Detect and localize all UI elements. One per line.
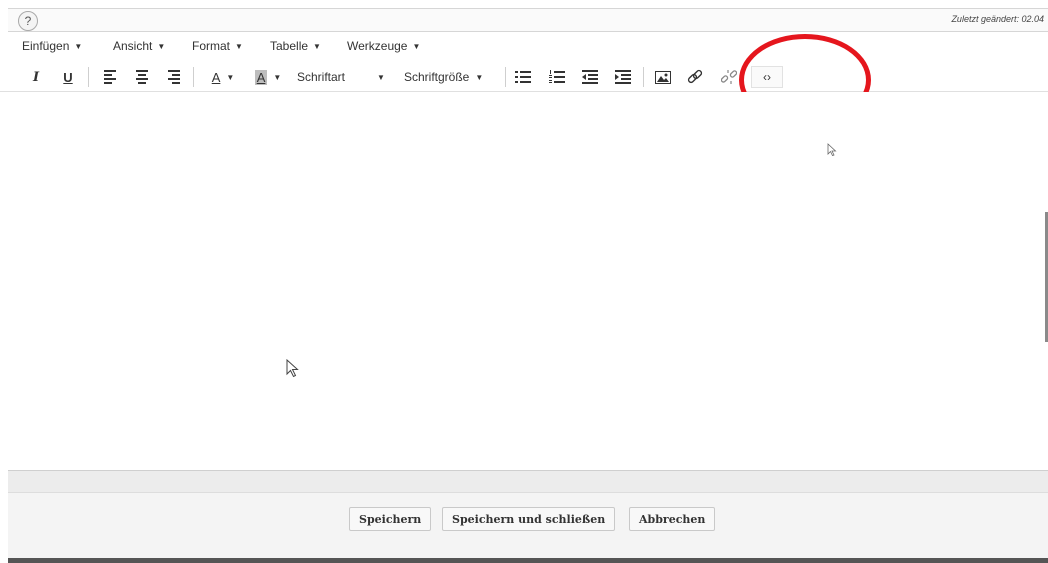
indent-button[interactable] <box>613 67 633 87</box>
dialog-footer: Speichern Speichern und schließen Abbrec… <box>8 492 1048 559</box>
underline-button[interactable]: U <box>58 67 78 87</box>
caret-down-icon: ▼ <box>235 42 243 51</box>
mouse-pointer-icon <box>286 359 299 378</box>
background-color-button[interactable]: A ▼ <box>249 67 287 87</box>
outdent-button[interactable] <box>580 67 600 87</box>
cancel-button[interactable]: Abbrechen <box>629 507 716 531</box>
indent-icon <box>615 70 631 84</box>
bold-button-partial[interactable] <box>8 67 12 87</box>
image-icon <box>655 70 671 84</box>
save-button[interactable]: Speichern <box>349 507 432 531</box>
formatting-toolbar: I U A ▼ A ▼ Schriftart ▼ Schriftgröße ▼ <box>0 63 1048 92</box>
caret-down-icon: ▼ <box>273 72 282 82</box>
menu-insert-label: Einfügen <box>22 39 70 53</box>
insert-link-button[interactable] <box>685 67 705 87</box>
toolbar-separator <box>505 67 506 87</box>
italic-button[interactable]: I <box>26 67 46 87</box>
font-size-select[interactable]: Schriftgröße ▼ <box>404 67 496 87</box>
align-left-button[interactable] <box>102 67 118 87</box>
caret-down-icon: ▼ <box>157 42 166 51</box>
outdent-icon <box>582 70 598 84</box>
caret-down-icon: ▼ <box>313 42 321 51</box>
menu-format-label: Format <box>192 39 231 53</box>
link-icon <box>687 69 703 84</box>
menu-table[interactable]: Tabelle ▼ <box>270 39 321 53</box>
insert-image-button[interactable] <box>653 67 673 87</box>
align-right-button[interactable] <box>166 67 182 87</box>
menu-insert[interactable]: Einfügen ▼ <box>22 39 82 53</box>
text-color-button[interactable]: A ▼ <box>205 67 241 87</box>
mouse-pointer-icon <box>827 143 837 156</box>
caret-down-icon: ▼ <box>226 72 235 82</box>
bullet-list-icon <box>515 71 531 83</box>
window-bottom-border <box>8 558 1048 563</box>
menu-view[interactable]: Ansicht ▼ <box>113 39 165 53</box>
unlink-icon <box>721 70 737 84</box>
menu-view-label: Ansicht <box>113 39 153 53</box>
save-and-close-button[interactable]: Speichern und schließen <box>442 507 616 531</box>
toolbar-separator <box>88 67 89 87</box>
menu-table-label: Tabelle <box>270 39 309 53</box>
font-family-label: Schriftart <box>297 70 346 84</box>
font-family-select[interactable]: Schriftart ▼ <box>297 67 387 87</box>
numbered-list-icon <box>549 70 565 83</box>
editor-status-bar <box>8 470 1048 493</box>
background-color-icon: A <box>254 69 268 85</box>
align-center-icon <box>136 70 148 84</box>
remove-link-button[interactable] <box>719 67 739 87</box>
caret-down-icon: ▼ <box>377 72 385 82</box>
menu-format[interactable]: Format ▼ <box>192 39 243 53</box>
align-left-icon <box>104 70 116 84</box>
last-changed-text: Zuletzt geändert: 02.04 <box>951 14 1044 24</box>
toolbar-separator <box>643 67 644 87</box>
toolbar-separator <box>193 67 194 87</box>
editor-top-bar: ? Zuletzt geändert: 02.04 <box>8 8 1048 32</box>
numbered-list-button[interactable] <box>547 67 567 87</box>
caret-down-icon: ▼ <box>74 42 83 51</box>
align-center-button[interactable] <box>134 67 150 87</box>
bullet-list-button[interactable] <box>513 67 533 87</box>
caret-down-icon: ▼ <box>475 72 484 82</box>
font-size-label: Schriftgröße <box>404 70 470 84</box>
align-right-icon <box>168 70 180 84</box>
help-button[interactable]: ? <box>18 11 38 31</box>
menu-bar: Einfügen ▼ Ansicht ▼ Format ▼ Tabelle ▼ Werk… <box>8 35 1048 59</box>
caret-down-icon: ▼ <box>412 42 421 51</box>
menu-tools[interactable]: Werkzeuge ▼ <box>347 39 420 53</box>
editor-content-area[interactable] <box>8 92 1048 470</box>
menu-tools-label: Werkzeuge <box>347 39 408 53</box>
text-color-icon: A <box>211 69 221 85</box>
